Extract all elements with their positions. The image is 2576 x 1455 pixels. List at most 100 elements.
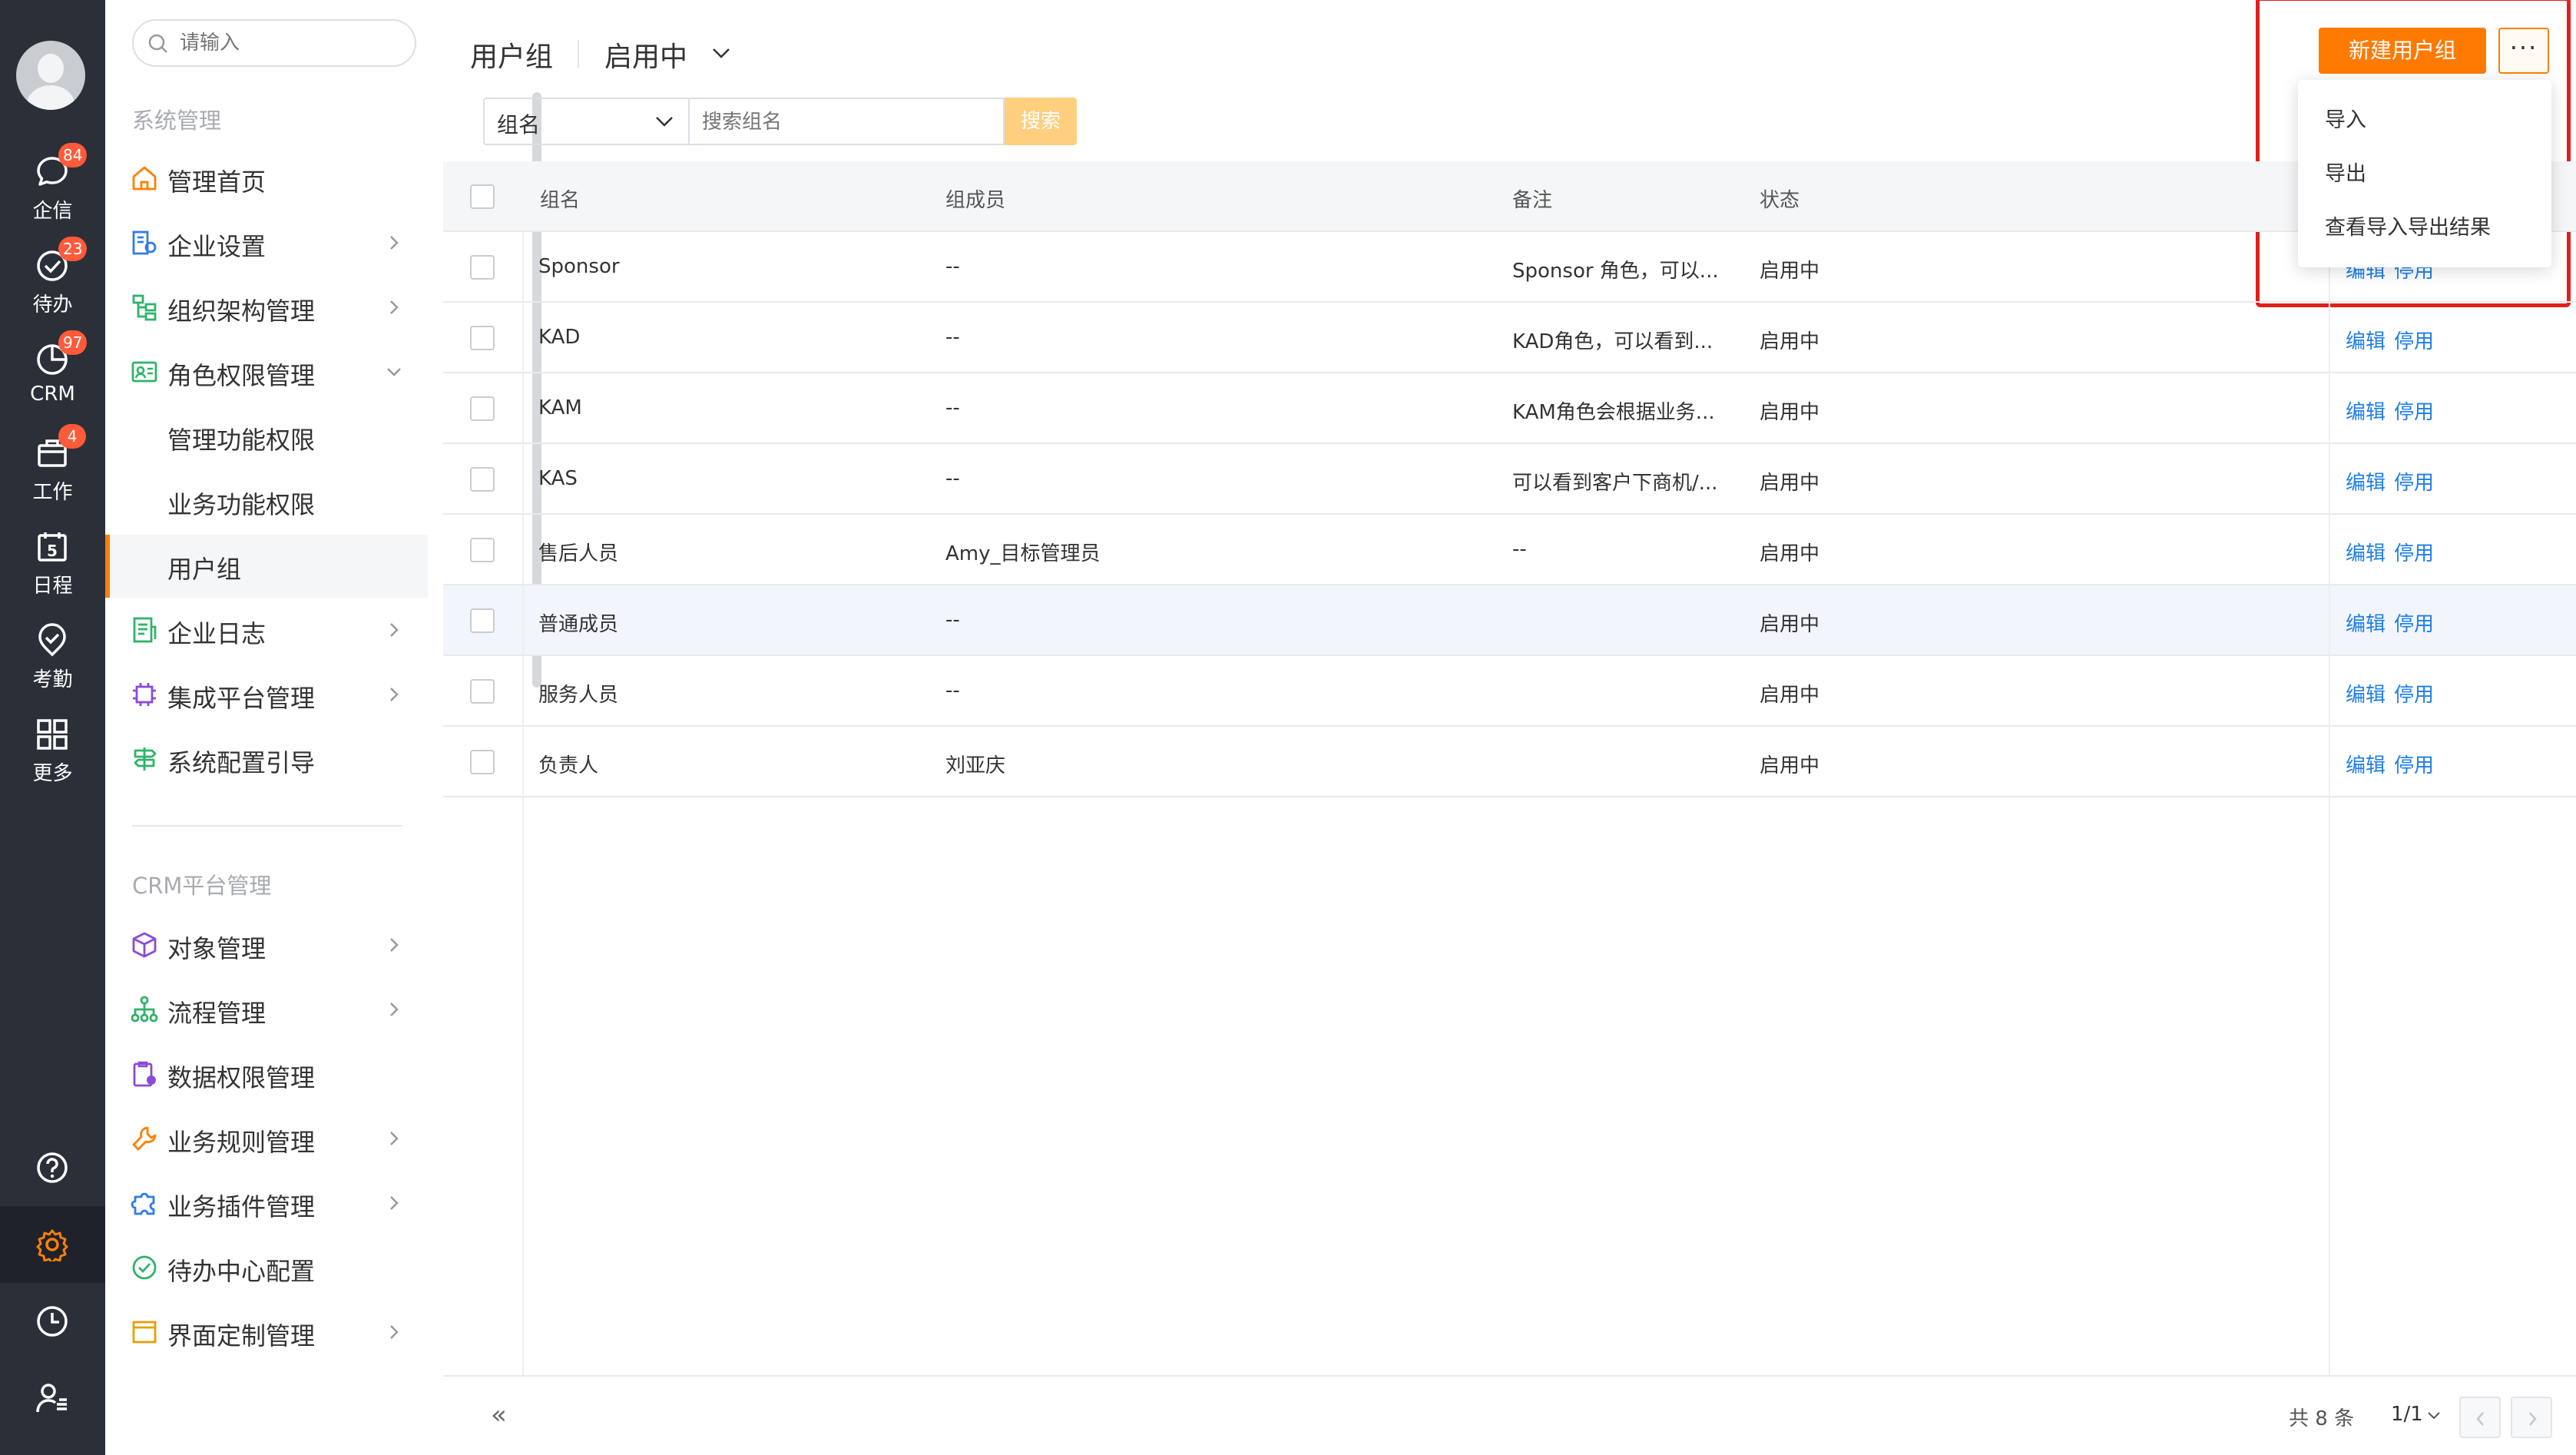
- rail-item-messages[interactable]: 84 企信: [0, 143, 105, 232]
- history-button[interactable]: [0, 1283, 105, 1360]
- menu-item-import[interactable]: 导入: [2325, 103, 2366, 133]
- sidebar-item-org-structure[interactable]: 组织架构管理: [105, 277, 428, 340]
- sidebar-item-enterprise-log[interactable]: 企业日志: [105, 599, 428, 662]
- cell-members: --: [945, 396, 960, 419]
- sidebar-item-config-guide[interactable]: 系统配置引导: [105, 728, 428, 791]
- edit-link[interactable]: 编辑: [2346, 396, 2386, 425]
- disable-link[interactable]: 停用: [2394, 608, 2434, 637]
- sidebar-item-admin-home[interactable]: 管理首页: [105, 147, 428, 210]
- rail-item-work[interactable]: 4 工作: [0, 424, 105, 513]
- sidebar-item-business-plugins[interactable]: 业务插件管理: [105, 1172, 428, 1235]
- row-checkbox[interactable]: [470, 326, 495, 350]
- cell-members: --: [945, 326, 960, 349]
- row-checkbox[interactable]: [470, 467, 495, 492]
- row-checkbox[interactable]: [470, 255, 495, 280]
- signpost-icon: [134, 747, 157, 771]
- history-icon: [37, 1306, 68, 1337]
- column-header-note[interactable]: 备注: [1512, 184, 1552, 213]
- row-checkbox[interactable]: [470, 750, 495, 774]
- sidebar-item-integration-platform[interactable]: 集成平台管理: [105, 664, 428, 727]
- row-checkbox[interactable]: [470, 396, 495, 421]
- sidebar-item-business-rules[interactable]: 业务规则管理: [105, 1108, 428, 1171]
- cell-status: 启用中: [1760, 684, 1820, 707]
- sidebar-item-role-permissions[interactable]: 角色权限管理: [105, 341, 428, 404]
- table-row[interactable]: 服务人员 -- 启用中 编辑 停用: [443, 656, 2576, 727]
- column-header-status[interactable]: 状态: [1760, 184, 1800, 213]
- cell-name: 普通成员: [538, 613, 619, 636]
- row-checkbox[interactable]: [470, 608, 495, 633]
- disable-link[interactable]: 停用: [2394, 679, 2434, 708]
- table-row[interactable]: KAS -- 可以看到客户下商机/... 启用中 编辑 停用: [443, 444, 2576, 515]
- column-header-members[interactable]: 组成员: [945, 184, 1005, 213]
- row-checkbox[interactable]: [470, 538, 495, 562]
- disable-link[interactable]: 停用: [2394, 538, 2434, 566]
- sidebar-item-label: 待办中心配置: [167, 1257, 316, 1286]
- rail-item-attendance[interactable]: 考勤: [0, 616, 105, 701]
- edit-link[interactable]: 编辑: [2346, 750, 2386, 778]
- select-all-checkbox[interactable]: [470, 184, 495, 209]
- menu-item-export[interactable]: 导出: [2325, 157, 2366, 187]
- cube-icon: [132, 932, 157, 958]
- rail-label: 考勤: [32, 668, 73, 691]
- edit-link[interactable]: 编辑: [2346, 608, 2386, 637]
- sidebar-item-label: 管理功能权限: [167, 426, 316, 455]
- sidebar-item-data-permissions[interactable]: 数据权限管理: [105, 1043, 428, 1106]
- calendar-icon: 5: [38, 532, 67, 562]
- help-button[interactable]: [0, 1129, 105, 1206]
- disable-link[interactable]: 停用: [2394, 750, 2434, 778]
- sidebar-item-ui-customization[interactable]: 界面定制管理: [105, 1301, 428, 1364]
- column-header-name[interactable]: 组名: [540, 184, 580, 213]
- row-checkbox[interactable]: [470, 679, 495, 704]
- cell-name: KAD: [538, 326, 581, 349]
- table-row[interactable]: Sponsor -- Sponsor 角色，可以... 启用中 编辑 停用: [443, 232, 2576, 303]
- rail-item-todo[interactable]: 23 待办: [0, 237, 105, 326]
- disable-link[interactable]: 停用: [2394, 396, 2434, 425]
- rail-item-more[interactable]: 更多: [0, 710, 105, 794]
- edit-link[interactable]: 编辑: [2346, 679, 2386, 708]
- search-field-select[interactable]: 组名: [483, 98, 688, 145]
- sidebar-search[interactable]: [132, 19, 416, 67]
- disable-link[interactable]: 停用: [2394, 467, 2434, 495]
- search-button[interactable]: 搜索: [1005, 98, 1077, 145]
- rail-label: 待办: [32, 293, 73, 317]
- rail-item-schedule[interactable]: 5 日程: [0, 522, 105, 607]
- table-row[interactable]: 负责人 刘亚庆 启用中 编辑 停用: [443, 727, 2576, 797]
- sidebar-item-todo-center[interactable]: 待办中心配置: [105, 1237, 428, 1300]
- sidebar-item-admin-function-permissions[interactable]: 管理功能权限: [105, 406, 428, 469]
- table-row[interactable]: KAD -- KAD角色，可以看到... 启用中 编辑 停用: [443, 303, 2576, 373]
- table-footer-divider: [443, 1375, 2576, 1377]
- next-page-button[interactable]: [2511, 1397, 2552, 1438]
- keyword-input[interactable]: [700, 107, 992, 138]
- table-row[interactable]: 售后人员 Amy_目标管理员 -- 启用中 编辑 停用: [443, 515, 2576, 585]
- table-row[interactable]: KAM -- KAM角色会根据业务... 启用中 编辑 停用: [443, 373, 2576, 444]
- cell-name: KAS: [538, 467, 578, 490]
- user-list-button[interactable]: [0, 1360, 105, 1437]
- edit-link[interactable]: 编辑: [2346, 467, 2386, 495]
- prev-page-button[interactable]: [2459, 1397, 2501, 1438]
- crm-badge: 97: [58, 330, 88, 355]
- table-header: 组名 组成员 备注 状态: [443, 161, 2576, 232]
- page-size-select[interactable]: 1/1: [2391, 1403, 2440, 1426]
- work-badge: 4: [58, 424, 86, 449]
- sidebar-item-process-management[interactable]: 流程管理: [105, 979, 428, 1042]
- edit-link[interactable]: 编辑: [2346, 538, 2386, 566]
- settings-button[interactable]: [0, 1206, 105, 1283]
- chevron-right-icon: [390, 1003, 399, 1016]
- status-filter-select[interactable]: 启用中: [604, 35, 730, 75]
- avatar[interactable]: [16, 41, 85, 110]
- menu-item-import-export-results[interactable]: 查看导入导出结果: [2325, 210, 2491, 240]
- rail-item-crm[interactable]: 97 CRM: [0, 330, 105, 419]
- cell-members: 刘亚庆: [945, 754, 1006, 777]
- sidebar-item-enterprise-settings[interactable]: 企业设置: [105, 212, 428, 275]
- keyword-field[interactable]: [688, 98, 1005, 145]
- sidebar-item-object-management[interactable]: 对象管理: [105, 914, 428, 977]
- sidebar-item-user-groups[interactable]: 用户组: [105, 535, 428, 598]
- sidebar-item-label: 管理首页: [167, 167, 267, 197]
- table-row[interactable]: 普通成员 -- 启用中 编辑 停用: [443, 585, 2576, 656]
- sidebar-item-business-function-permissions[interactable]: 业务功能权限: [105, 470, 428, 533]
- search-icon: [148, 34, 167, 53]
- sidebar-item-label: 系统配置引导: [167, 748, 316, 777]
- search-input[interactable]: [178, 28, 401, 58]
- disable-link[interactable]: 停用: [2394, 326, 2434, 354]
- edit-link[interactable]: 编辑: [2346, 326, 2386, 354]
